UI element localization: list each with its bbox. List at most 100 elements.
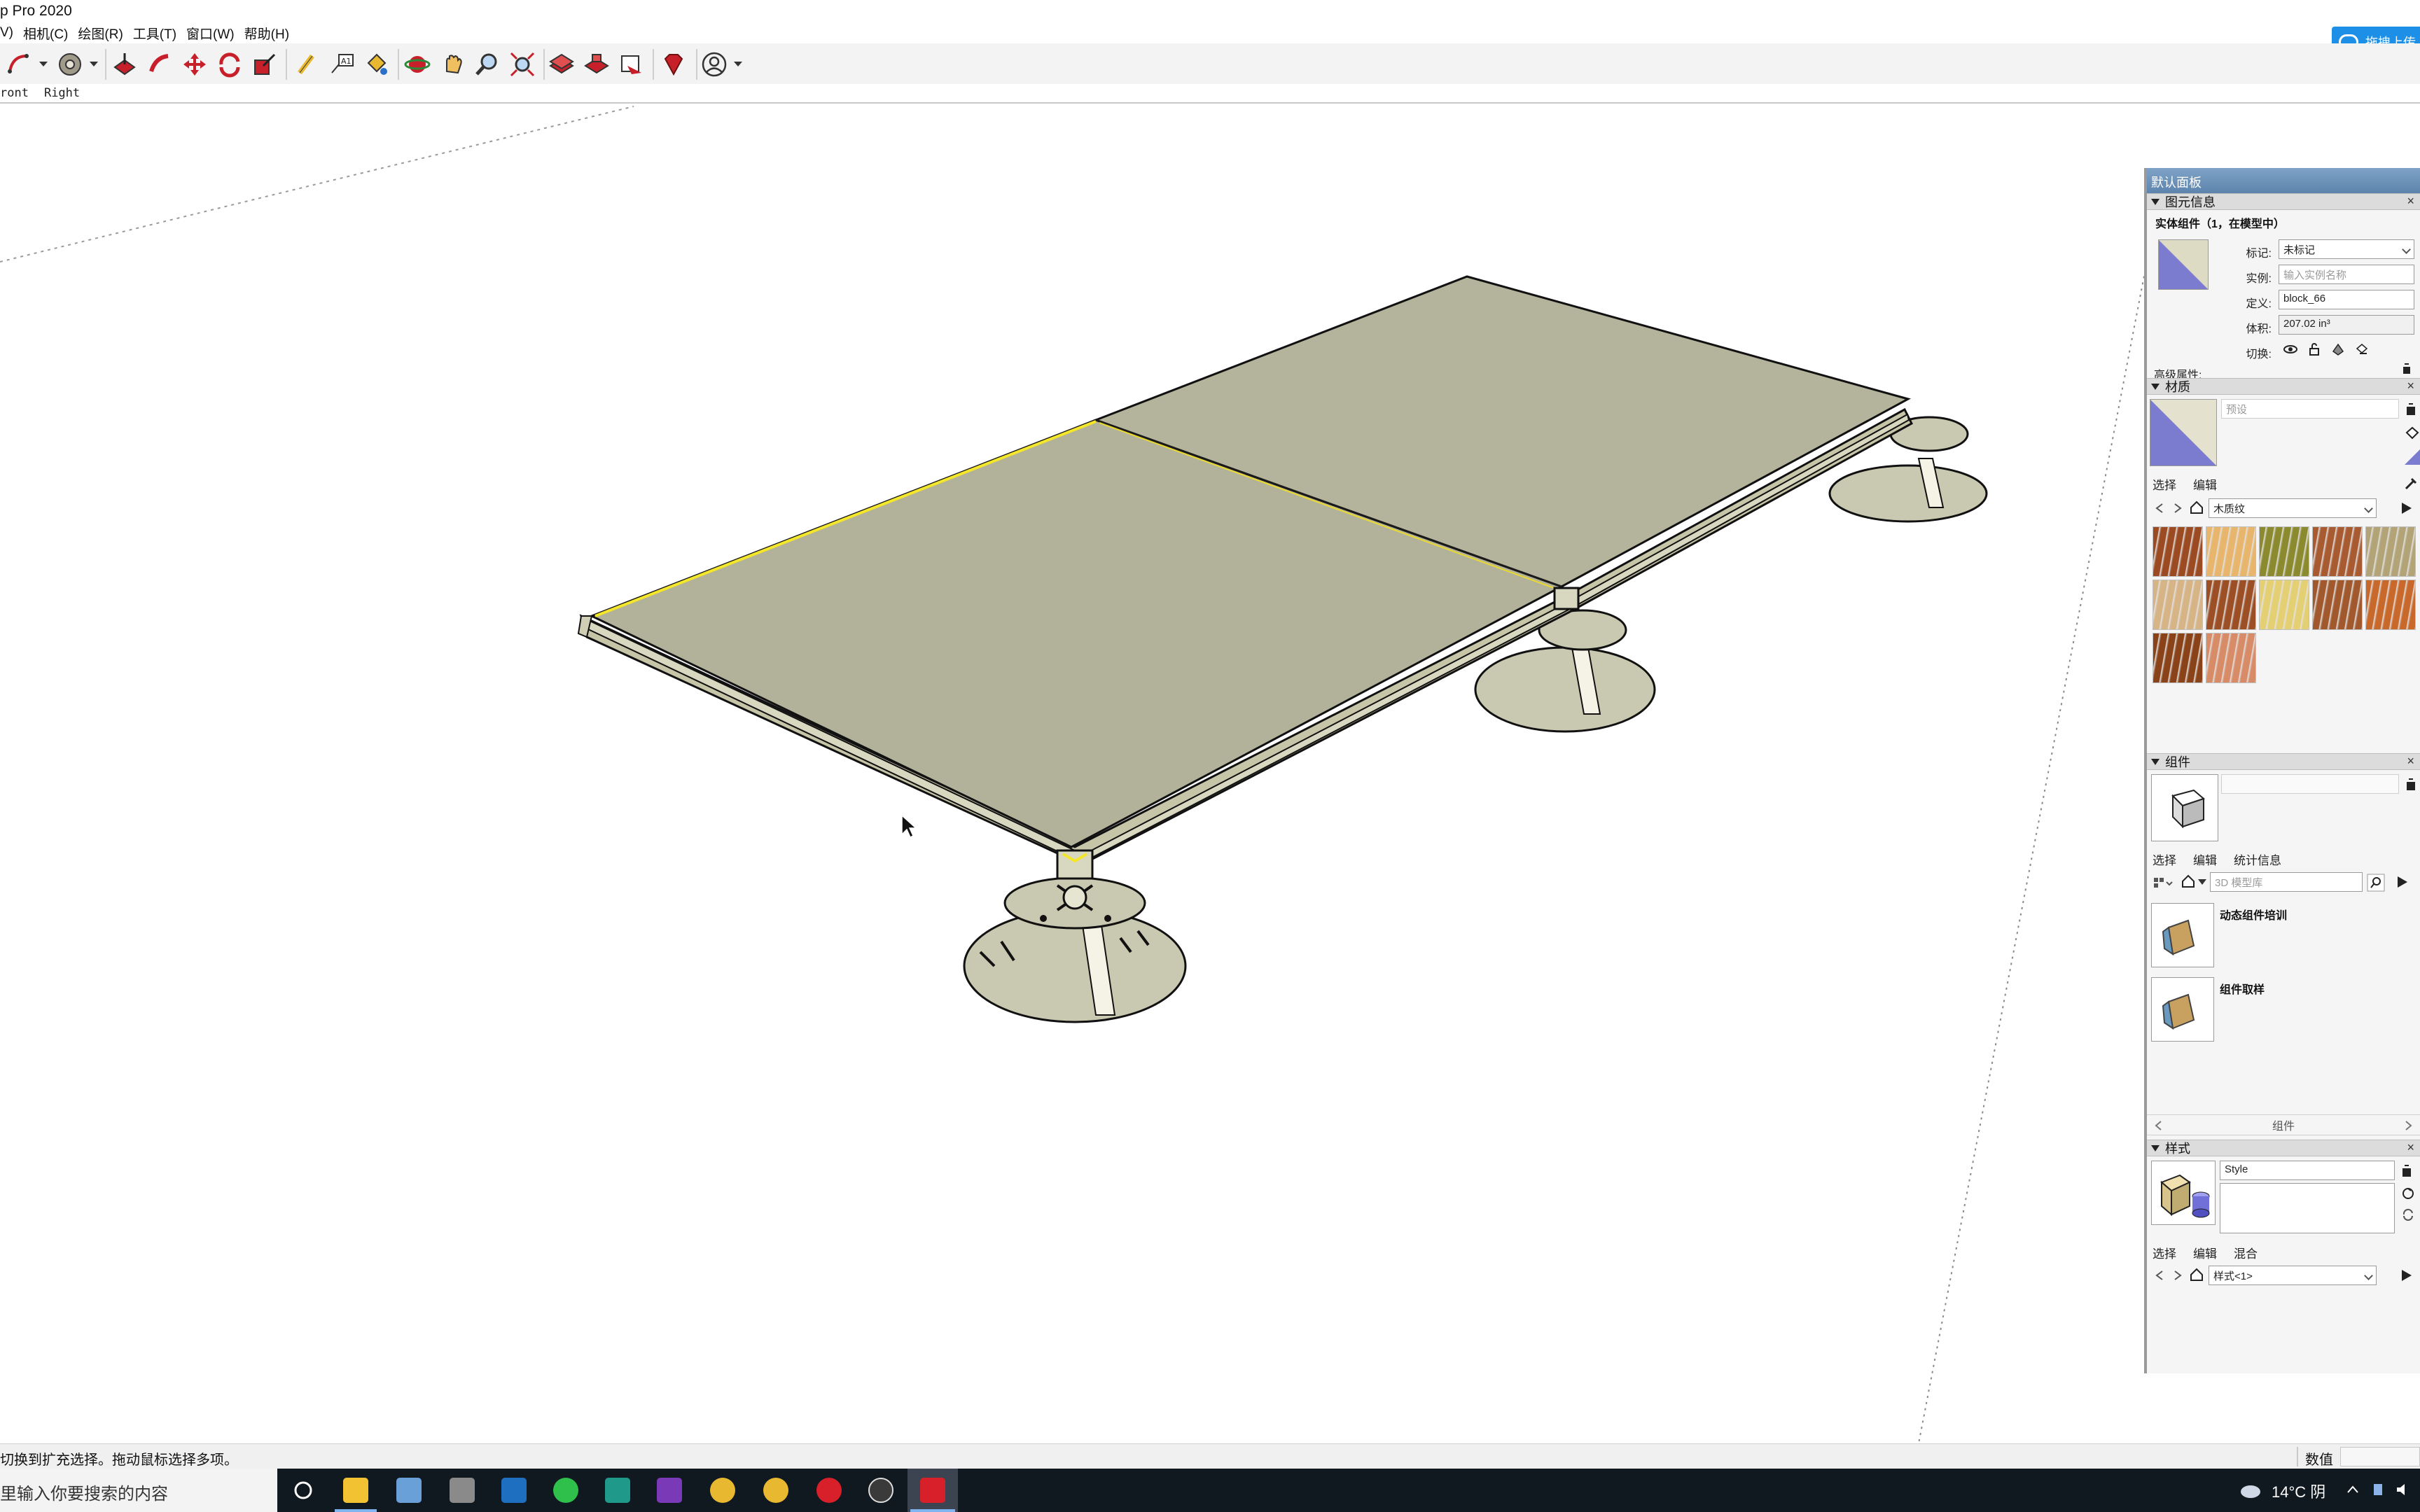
network-icon[interactable]	[2370, 1481, 2386, 1498]
component-search-input[interactable]: 3D 模型库	[2210, 872, 2363, 892]
onenote-icon[interactable]	[657, 1478, 682, 1503]
cortana-icon[interactable]	[293, 1480, 314, 1501]
details-arrow-icon[interactable]	[2395, 874, 2412, 890]
zoom-extents-icon[interactable]	[508, 50, 536, 78]
push-pull-icon[interactable]	[111, 50, 139, 78]
paint-bucket-icon[interactable]	[363, 50, 391, 78]
layout-icon[interactable]	[618, 50, 646, 78]
chevron-down-icon[interactable]	[2197, 878, 2207, 886]
component-list-item[interactable]: 动态组件培训	[2151, 903, 2417, 973]
file-explorer-icon[interactable]	[343, 1478, 368, 1503]
offset-dropdown-caret[interactable]	[90, 62, 98, 66]
close-icon[interactable]: ×	[2407, 754, 2414, 769]
default-material-swatch-icon[interactable]	[2405, 448, 2420, 465]
style-description-input[interactable]	[2220, 1183, 2395, 1233]
home-icon[interactable]	[2181, 874, 2196, 889]
chrome-icon[interactable]	[710, 1478, 735, 1503]
ruby-icon[interactable]	[660, 50, 688, 78]
scene-tab-front[interactable]: ront	[0, 86, 29, 100]
material-swatch[interactable]	[2153, 580, 2203, 630]
expand-icon[interactable]	[2400, 363, 2413, 375]
material-library-dropdown[interactable]: 木质纹	[2209, 498, 2377, 518]
forward-arrow-icon[interactable]	[2402, 1119, 2414, 1132]
tab-edit[interactable]: 编辑	[2193, 1244, 2217, 1261]
material-swatch[interactable]	[2153, 633, 2203, 683]
netease-music-icon[interactable]	[816, 1478, 842, 1503]
material-swatch[interactable]	[2206, 526, 2256, 577]
account-dropdown-caret[interactable]	[734, 62, 742, 66]
lock-icon[interactable]	[2307, 342, 2322, 357]
store-icon[interactable]	[501, 1478, 527, 1503]
entity-info-header[interactable]: 图元信息 ×	[2147, 193, 2420, 210]
close-icon[interactable]: ×	[2407, 379, 2414, 393]
tab-select[interactable]: 选择	[2153, 1244, 2176, 1261]
printer-app-icon[interactable]	[450, 1478, 475, 1503]
tag-dropdown[interactable]: 未标记	[2279, 239, 2414, 259]
search-icon[interactable]	[2367, 874, 2385, 892]
material-swatch[interactable]	[2365, 580, 2416, 630]
scene-tab-right[interactable]: Right	[44, 86, 80, 100]
close-icon[interactable]: ×	[2407, 1140, 2414, 1155]
menu-window[interactable]: 窗口(W)	[186, 24, 235, 43]
scale-icon[interactable]	[251, 50, 279, 78]
menu-tools[interactable]: 工具(T)	[133, 24, 176, 43]
orbit-icon[interactable]	[403, 50, 431, 78]
close-icon[interactable]: ×	[2407, 194, 2414, 209]
details-arrow-icon[interactable]	[2399, 500, 2416, 517]
material-swatch[interactable]	[2206, 633, 2256, 683]
tab-select[interactable]: 选择	[2153, 475, 2176, 493]
cloudy-weather-icon[interactable]	[2238, 1481, 2262, 1499]
obs-icon[interactable]	[868, 1478, 893, 1503]
component-list-item[interactable]: 组件取样	[2151, 977, 2417, 1047]
material-swatch[interactable]	[2312, 580, 2363, 630]
tab-mix[interactable]: 混合	[2234, 1244, 2258, 1261]
taskbar-search-input[interactable]: 里输入你要搜索的内容	[0, 1469, 277, 1512]
update-style-icon[interactable]	[2400, 1186, 2416, 1201]
refresh-icon[interactable]	[2400, 1207, 2416, 1222]
material-swatch[interactable]	[2259, 580, 2309, 630]
menu-draw[interactable]: 绘图(R)	[78, 24, 123, 43]
instance-name-input[interactable]: 输入实例名称	[2279, 265, 2414, 284]
model-viewport[interactable]	[0, 105, 2144, 1442]
material-swatch[interactable]	[2206, 580, 2256, 630]
weather-text[interactable]: 14°C 阴	[2272, 1480, 2325, 1502]
forward-arrow-icon[interactable]	[2171, 1268, 2185, 1282]
details-arrow-icon[interactable]	[2399, 1267, 2416, 1284]
tab-edit[interactable]: 编辑	[2193, 475, 2217, 493]
pan-icon[interactable]	[438, 50, 466, 78]
offset-tool-icon[interactable]	[56, 50, 84, 78]
zoom-icon[interactable]	[473, 50, 501, 78]
3d-warehouse-icon[interactable]	[548, 50, 576, 78]
text-icon[interactable]: A1	[328, 50, 356, 78]
style-library-dropdown[interactable]: 样式<1>	[2209, 1266, 2377, 1285]
back-arrow-icon[interactable]	[2153, 1119, 2165, 1132]
back-arrow-icon[interactable]	[2153, 501, 2167, 515]
account-icon[interactable]	[700, 50, 728, 78]
material-swatch[interactable]	[2312, 526, 2363, 577]
receive-shadows-icon[interactable]	[2330, 342, 2346, 357]
forward-arrow-icon[interactable]	[2171, 501, 2185, 515]
chrome-icon[interactable]	[763, 1478, 788, 1503]
volume-icon[interactable]	[2395, 1481, 2413, 1498]
cast-shadows-icon[interactable]	[2354, 342, 2370, 357]
move-icon[interactable]	[181, 50, 209, 78]
definition-input[interactable]: block_66	[2279, 290, 2414, 309]
material-swatch[interactable]	[2365, 526, 2416, 577]
follow-me-icon[interactable]	[146, 50, 174, 78]
materials-header[interactable]: 材质 ×	[2147, 378, 2420, 395]
back-arrow-icon[interactable]	[2153, 1268, 2167, 1282]
material-swatch[interactable]	[2153, 526, 2203, 577]
create-material-icon[interactable]	[2405, 402, 2417, 416]
notepad-icon[interactable]	[396, 1478, 422, 1503]
tape-measure-icon[interactable]	[293, 50, 321, 78]
rotate-icon[interactable]	[216, 50, 244, 78]
arc-dropdown-caret[interactable]	[39, 62, 48, 66]
style-name-input[interactable]: Style	[2220, 1161, 2395, 1180]
chevron-up-icon[interactable]	[2346, 1484, 2360, 1495]
components-header[interactable]: 组件 ×	[2147, 753, 2420, 770]
sketchup-icon[interactable]	[920, 1478, 945, 1503]
paint-bucket-icon[interactable]	[2405, 426, 2420, 441]
create-style-icon[interactable]	[2400, 1163, 2413, 1177]
tab-statistics[interactable]: 统计信息	[2234, 850, 2281, 868]
create-component-icon[interactable]	[2405, 777, 2417, 791]
